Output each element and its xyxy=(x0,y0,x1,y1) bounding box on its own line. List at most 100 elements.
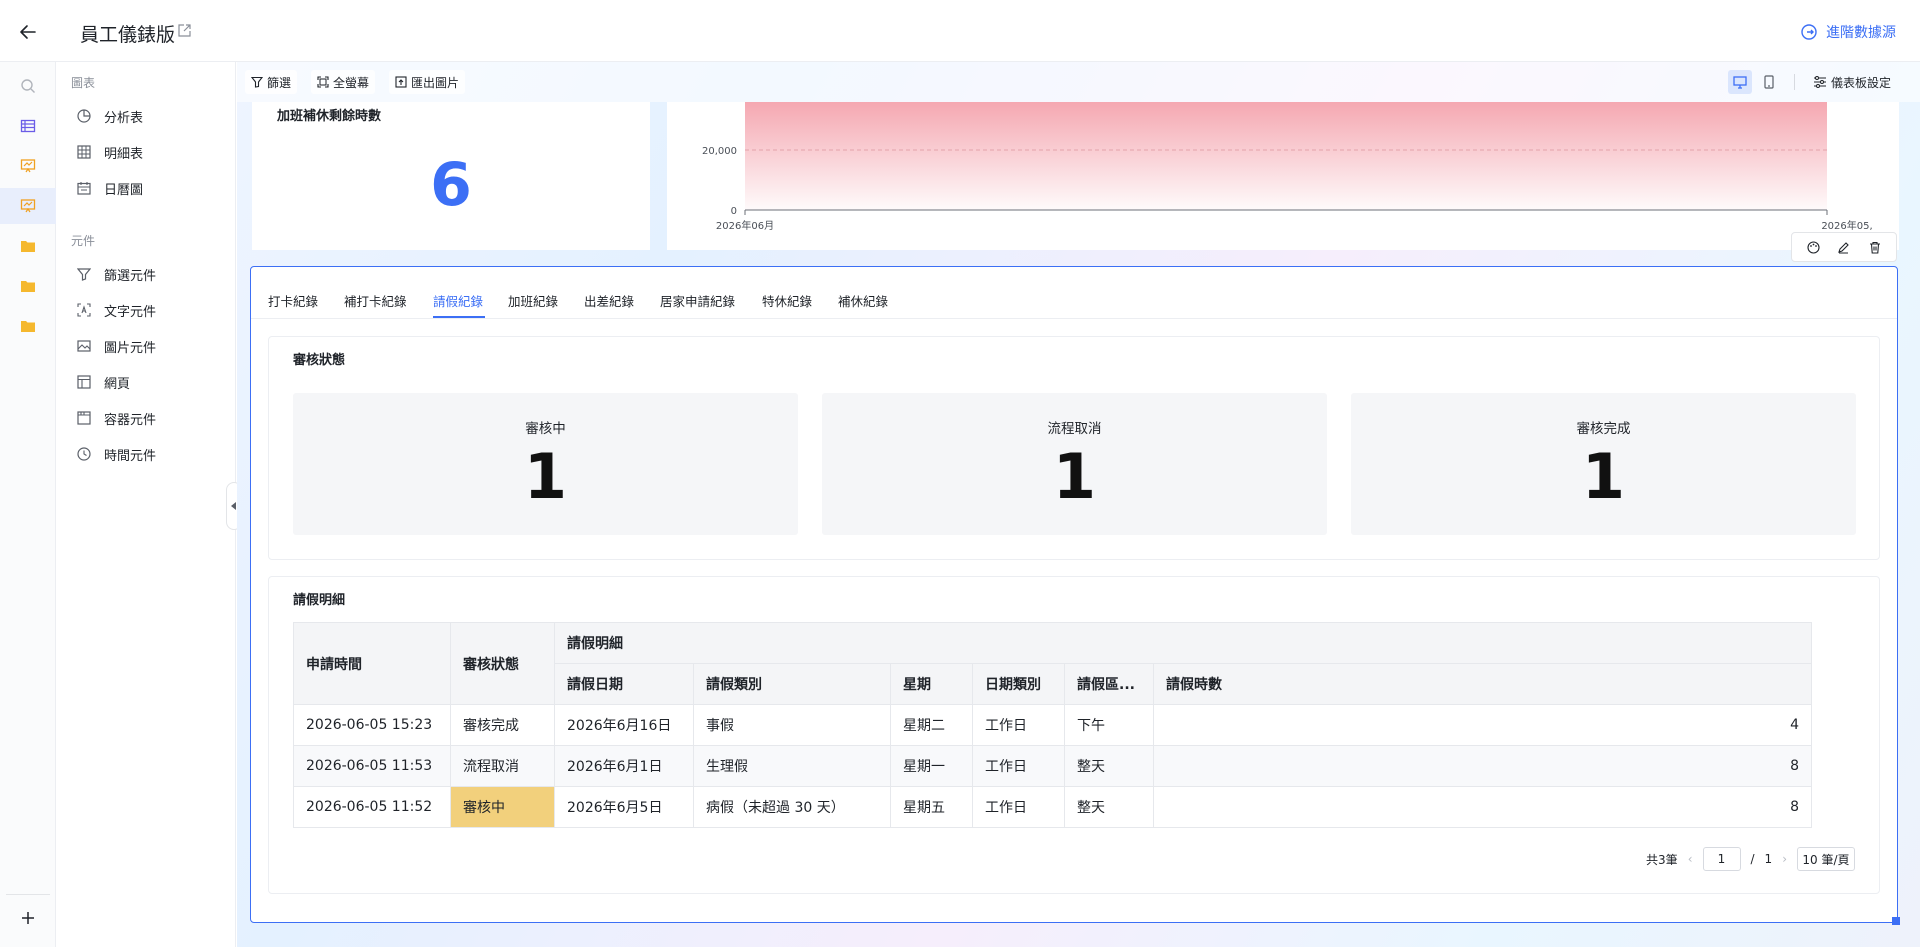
table-list-icon[interactable] xyxy=(14,112,42,140)
kpi-title: 加班補休剩餘時數 xyxy=(277,109,382,124)
stat-box-cancelled[interactable]: 流程取消 1 xyxy=(822,393,1327,535)
toolbar-divider xyxy=(1794,74,1795,90)
desktop-view-icon[interactable] xyxy=(1728,70,1752,94)
external-link-icon[interactable] xyxy=(178,24,191,41)
filter-button[interactable]: 篩選 xyxy=(245,70,298,94)
panel-item-label: 容器元件 xyxy=(104,412,157,428)
table-header-row: 申請時間 審核狀態 請假明細 xyxy=(293,622,1812,705)
advanced-datasource-link[interactable]: 進階數據源 xyxy=(1800,22,1896,42)
cell-day-type: 工作日 xyxy=(972,786,1065,828)
table-grid-icon xyxy=(76,144,92,160)
col-header-type[interactable]: 請假類別 xyxy=(693,663,891,705)
group-label-components: 元件 xyxy=(71,234,96,248)
panel-item-webpage[interactable]: 網頁 xyxy=(76,370,130,394)
panel-item-text[interactable]: 文字元件 xyxy=(76,298,156,322)
cell-apply-time: 2026-06-05 11:53 xyxy=(293,745,451,787)
tab-overtime-record[interactable]: 加班紀錄 xyxy=(508,291,558,310)
palette-icon[interactable] xyxy=(1803,237,1823,257)
tab-annual-leave-record[interactable]: 特休紀錄 xyxy=(762,291,812,310)
panel-item-time[interactable]: 時間元件 xyxy=(76,442,156,466)
export-image-button[interactable]: 匯出圖片 xyxy=(389,70,466,94)
tab-wfh-record[interactable]: 居家申請紀錄 xyxy=(660,291,735,310)
next-page-icon[interactable]: › xyxy=(1782,852,1787,866)
mobile-view-icon[interactable] xyxy=(1757,70,1781,94)
panel-item-label: 明細表 xyxy=(104,146,144,162)
folder-icon[interactable] xyxy=(14,272,42,300)
area-chart-card[interactable]: 20,000 0 2026年06月 2026年05, xyxy=(667,102,1899,250)
active-tab-indicator xyxy=(433,316,485,318)
panel-item-container[interactable]: 容器元件 xyxy=(76,406,156,430)
table-row[interactable]: 2026-06-05 15:23 審核完成 2026年6月16日 事假 星期二 … xyxy=(293,704,1812,746)
col-header-apply-time[interactable]: 申請時間 xyxy=(293,622,451,705)
datasource-icon xyxy=(1801,24,1817,40)
cell-weekday: 星期五 xyxy=(890,786,973,828)
col-header-day-type[interactable]: 日期類別 xyxy=(972,663,1065,705)
col-header-status[interactable]: 審核狀態 xyxy=(450,622,555,705)
group-label-charts: 圖表 xyxy=(71,76,96,90)
tab-comp-leave-record[interactable]: 補休紀錄 xyxy=(838,291,888,310)
panel-item-detail-table[interactable]: 明細表 xyxy=(76,140,143,164)
tab-punch-supplement[interactable]: 補打卡紀錄 xyxy=(344,291,407,310)
panel-item-calendar[interactable]: 日曆圖 xyxy=(76,176,143,200)
tab-business-trip-record[interactable]: 出差紀錄 xyxy=(584,291,634,310)
col-group-header-leave-detail: 請假明細 xyxy=(554,622,1812,664)
area-series[interactable] xyxy=(745,102,1827,210)
filter-button-label: 篩選 xyxy=(267,75,292,90)
tabbed-container-card[interactable]: 打卡紀錄 補打卡紀錄 請假紀錄 加班紀錄 出差紀錄 居家申請紀錄 特休紀錄 補休… xyxy=(250,266,1898,923)
stat-box-reviewing[interactable]: 審核中 1 xyxy=(293,393,798,535)
resize-handle[interactable] xyxy=(1892,917,1900,925)
container-icon xyxy=(76,410,92,426)
pagination: 共3筆 ‹ 1 / 1 › 10 筆/頁 xyxy=(1646,847,1855,871)
col-header-date[interactable]: 請假日期 xyxy=(554,663,694,705)
rail-divider xyxy=(6,894,50,895)
kpi-card[interactable]: 加班補休剩餘時數 6 xyxy=(252,102,650,250)
col-header-range[interactable]: 請假區... xyxy=(1064,663,1154,705)
delete-icon[interactable] xyxy=(1865,237,1885,257)
export-icon xyxy=(395,76,407,88)
search-icon[interactable] xyxy=(14,72,42,100)
edit-icon[interactable] xyxy=(1834,237,1854,257)
panel-item-label: 網頁 xyxy=(104,376,131,392)
table-row[interactable]: 2026-06-05 11:53 流程取消 2026年6月1日 生理假 星期一 … xyxy=(293,745,1812,787)
area-chart: 20,000 0 2026年06月 2026年05, xyxy=(702,102,1873,232)
table-row[interactable]: 2026-06-05 11:52 審核中 2026年6月5日 病假（未超過 30… xyxy=(293,786,1812,828)
panel-item-label: 分析表 xyxy=(104,110,144,126)
cell-date: 2026年6月1日 xyxy=(554,745,694,787)
presentation-icon[interactable] xyxy=(14,152,42,180)
cell-apply-time: 2026-06-05 11:52 xyxy=(293,786,451,828)
top-bar: 員工儀錶版 進階數據源 xyxy=(0,0,1920,62)
fullscreen-icon xyxy=(317,76,329,88)
folder-icon[interactable] xyxy=(14,232,42,260)
panel-item-filter[interactable]: 篩選元件 xyxy=(76,262,156,286)
page-number-input[interactable]: 1 xyxy=(1702,847,1741,871)
stat-box-completed[interactable]: 審核完成 1 xyxy=(1351,393,1856,535)
cell-date: 2026年6月16日 xyxy=(554,704,694,746)
prev-page-icon[interactable]: ‹ xyxy=(1688,852,1693,866)
dashboard-title: 員工儀錶版 xyxy=(80,24,176,46)
dashboard-settings-button[interactable]: 儀表板設定 xyxy=(1807,70,1897,94)
x-tick-label: 2026年05, xyxy=(1821,219,1872,232)
col-header-hours[interactable]: 請假時數 xyxy=(1153,663,1812,705)
x-tick-label: 2026年06月 xyxy=(716,219,774,232)
add-icon[interactable] xyxy=(14,904,42,932)
page-size-select[interactable]: 10 筆/頁 xyxy=(1797,847,1855,871)
panel-item-label: 圖片元件 xyxy=(104,340,157,356)
col-header-weekday[interactable]: 星期 xyxy=(890,663,973,705)
record-tabs: 打卡紀錄 補打卡紀錄 請假紀錄 加班紀錄 出差紀錄 居家申請紀錄 特休紀錄 補休… xyxy=(251,267,1897,319)
leave-detail-title: 請假明細 xyxy=(293,593,346,608)
tab-leave-record[interactable]: 請假紀錄 xyxy=(433,291,483,310)
cell-status: 流程取消 xyxy=(450,745,555,787)
image-icon xyxy=(76,338,92,354)
back-arrow-icon[interactable] xyxy=(14,18,42,46)
y-tick-label: 20,000 xyxy=(702,146,737,157)
tab-punch-record[interactable]: 打卡紀錄 xyxy=(268,291,318,310)
panel-item-image[interactable]: 圖片元件 xyxy=(76,334,156,358)
panel-item-analysis-table[interactable]: 分析表 xyxy=(76,104,143,128)
kpi-value: 6 xyxy=(430,150,472,220)
cell-date: 2026年6月5日 xyxy=(554,786,694,828)
folder-icon[interactable] xyxy=(14,312,42,340)
fullscreen-button[interactable]: 全螢幕 xyxy=(311,70,376,94)
left-rail xyxy=(0,62,56,947)
status-section: 審核狀態 審核中 1 流程取消 1 審核完成 1 xyxy=(268,336,1880,560)
dashboard-icon[interactable] xyxy=(0,188,56,224)
